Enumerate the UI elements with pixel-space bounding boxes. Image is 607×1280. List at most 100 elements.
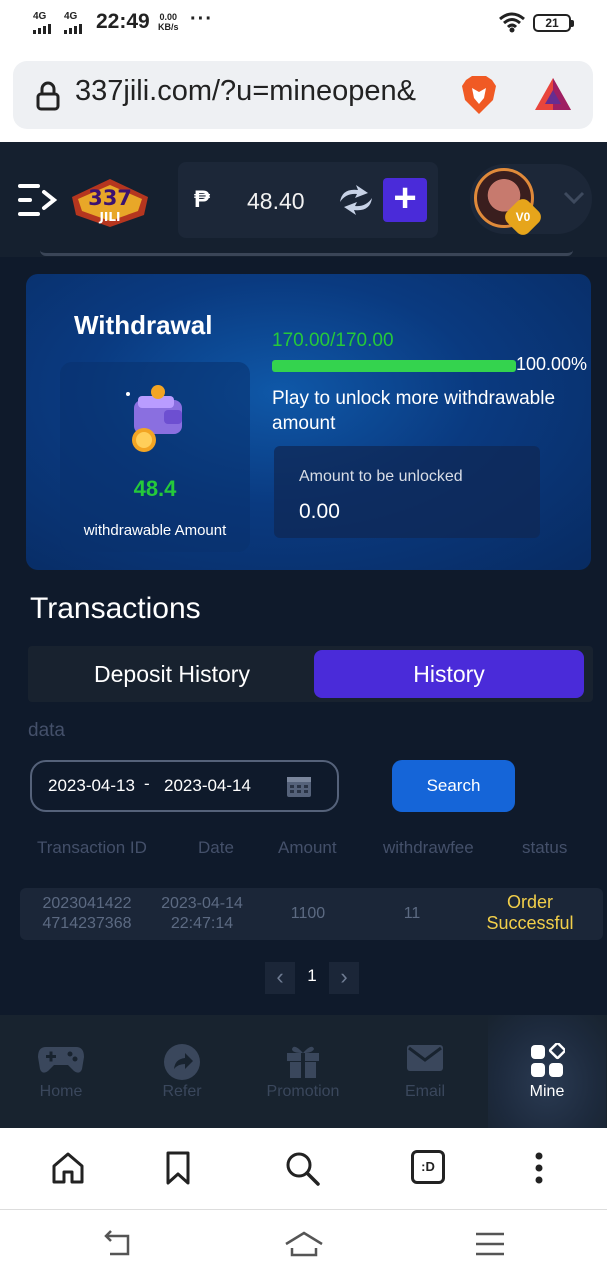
url-box[interactable]: 337jili.com/?u=mineopen&	[13, 61, 593, 129]
unlock-amount-value: 0.00	[299, 500, 340, 523]
currency-symbol: ₱	[194, 186, 211, 213]
site-logo[interactable]: 337 JILI	[68, 175, 152, 234]
bottom-nav: Home Refer Promotion Email Mine	[0, 1015, 607, 1128]
nav-item-promotion[interactable]: Promotion	[253, 1015, 353, 1128]
browser-address-bar: 337jili.com/?u=mineopen&	[0, 48, 607, 142]
tab-history[interactable]: History	[314, 650, 584, 698]
nav-label-refer: Refer	[162, 1083, 202, 1100]
withdrawal-card: Withdrawal 48.4 withdrawable Amount 170.…	[26, 274, 591, 570]
tabs-button[interactable]: :D	[411, 1150, 445, 1184]
transactions-title: Transactions	[30, 592, 201, 625]
logo-text-bottom: JILI	[98, 210, 120, 224]
profile-menu[interactable]: V0	[470, 164, 592, 239]
nav-item-refer[interactable]: Refer	[132, 1015, 232, 1128]
bat-triangle-icon[interactable]	[533, 76, 573, 117]
column-header-transaction-id: Transaction ID	[37, 838, 147, 857]
pagination-prev[interactable]: ‹	[265, 962, 295, 994]
browser-toolbar: :D	[0, 1128, 607, 1210]
logo-text-top: 337	[88, 186, 132, 210]
wifi-icon	[498, 11, 526, 38]
nav-item-home[interactable]: Home	[11, 1015, 111, 1128]
column-header-status: status	[522, 838, 568, 857]
pagination-next[interactable]: ›	[329, 962, 359, 994]
unlock-amount-label: Amount to be unlocked	[299, 468, 463, 485]
refresh-icon[interactable]	[336, 184, 376, 221]
menu-icon[interactable]	[16, 180, 58, 225]
transaction-id: 2023041422 4714237368	[34, 894, 140, 934]
date-range-picker[interactable]: 2023-04-13 - 2023-04-14	[30, 760, 339, 812]
grid-icon	[529, 1041, 567, 1084]
system-navigation-bar	[0, 1210, 607, 1280]
unlock-hint: Play to unlock more withdrawable amount	[272, 388, 556, 434]
wallet-icon	[120, 382, 192, 459]
more-options-icon[interactable]	[533, 1150, 545, 1191]
progress-bar	[272, 360, 516, 372]
nav-label-email: Email	[404, 1083, 445, 1100]
withdrawable-panel: 48.4 withdrawable Amount	[60, 362, 250, 552]
unlock-amount-box: Amount to be unlocked 0.00	[274, 446, 540, 538]
column-header-amount: Amount	[278, 838, 337, 857]
recent-apps-icon[interactable]	[474, 1230, 506, 1263]
status-badge: Order Successful	[474, 892, 586, 934]
transaction-fee: 11	[403, 905, 421, 922]
nav-label-home: Home	[39, 1083, 83, 1100]
chevron-down-icon[interactable]	[562, 188, 586, 211]
speed-value: 0.00	[159, 12, 178, 22]
transaction-date: 2023-04-14 22:47:14	[152, 894, 252, 934]
divider	[40, 250, 573, 256]
app-header: 337 JILI ₱ 48.40 + V0	[0, 142, 607, 257]
network-type-label: 4G	[64, 11, 78, 22]
date-separator: -	[144, 774, 150, 793]
battery-icon: 21	[533, 14, 574, 32]
transaction-id-line2: 4714237368	[42, 915, 132, 932]
brave-lion-icon[interactable]	[460, 74, 498, 121]
nav-label-mine: Mine	[529, 1083, 565, 1100]
progress-percent: 100.00%	[516, 354, 588, 374]
nav-item-email[interactable]: Email	[375, 1015, 475, 1128]
transaction-date-line1: 2023-04-14	[161, 895, 243, 912]
column-header-date: Date	[198, 838, 234, 857]
transaction-amount: 1100	[290, 905, 326, 922]
network-speed: 0.00 KB/s	[158, 12, 179, 32]
date-to[interactable]: 2023-04-14	[164, 776, 251, 796]
transaction-id-line1: 2023041422	[42, 895, 132, 912]
table-row[interactable]: 2023041422 4714237368 2023-04-14 22:47:1…	[20, 888, 603, 940]
search-button[interactable]: Search	[392, 760, 515, 812]
status-line2: Successful	[486, 913, 574, 933]
withdrawal-title: Withdrawal	[74, 310, 213, 340]
system-home-icon[interactable]	[284, 1230, 324, 1263]
calendar-icon[interactable]	[286, 774, 312, 803]
lock-icon[interactable]	[35, 81, 61, 116]
column-header-withdrawfee: withdrawfee	[383, 838, 474, 857]
clock: 22:49	[96, 10, 150, 33]
gamepad-icon	[36, 1043, 86, 1082]
mail-icon	[406, 1043, 444, 1078]
gift-icon	[284, 1043, 322, 1084]
speed-unit: KB/s	[158, 22, 179, 32]
history-tabs: Deposit History History	[28, 646, 593, 702]
more-notifications-icon: ···	[190, 8, 213, 30]
share-icon	[163, 1043, 201, 1086]
pagination-page[interactable]: 1	[300, 966, 324, 986]
vip-level: V0	[515, 210, 531, 224]
date-filter-label: data	[28, 720, 65, 741]
balance-box: ₱ 48.40 +	[178, 162, 438, 238]
date-from[interactable]: 2023-04-13	[48, 776, 135, 796]
tab-deposit-history[interactable]: Deposit History	[32, 650, 312, 698]
home-icon[interactable]	[50, 1150, 86, 1191]
nav-item-mine[interactable]: Mine	[488, 1015, 606, 1128]
transaction-time-line2: 22:47:14	[170, 915, 234, 932]
progress-fill	[272, 360, 516, 372]
url-text[interactable]: 337jili.com/?u=mineopen&	[75, 75, 447, 108]
deposit-plus-button[interactable]: +	[383, 178, 427, 222]
balance-value: 48.40	[247, 188, 305, 214]
withdrawable-amount: 48.4	[133, 476, 177, 501]
nav-label-promotion: Promotion	[266, 1083, 340, 1100]
signal-sim1: 4G	[33, 12, 51, 34]
signal-sim2: 4G	[64, 12, 82, 34]
search-icon[interactable]	[284, 1150, 322, 1193]
back-icon[interactable]	[102, 1230, 134, 1263]
bookmark-icon[interactable]	[163, 1150, 193, 1191]
withdrawable-label: withdrawable Amount	[83, 522, 227, 539]
vip-badge: V0	[501, 195, 545, 239]
